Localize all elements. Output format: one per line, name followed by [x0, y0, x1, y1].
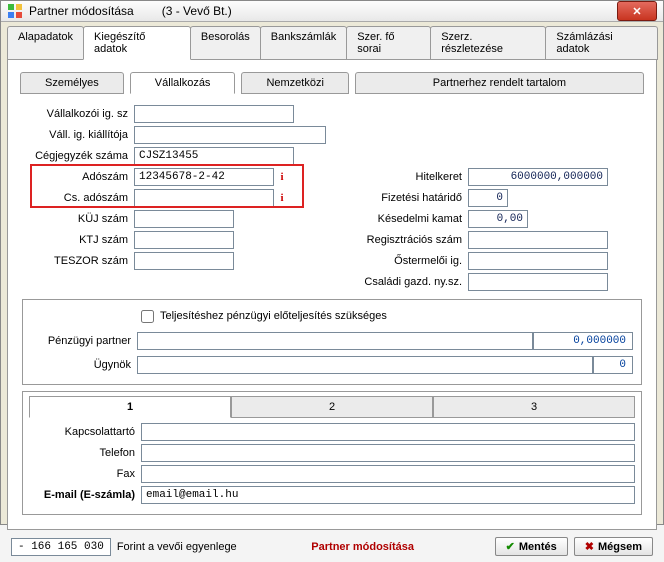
input-ostermelo[interactable]: [468, 252, 608, 270]
check-icon: ✔: [506, 540, 515, 553]
label-teljesiteshez: Teljesítéshez pénzügyi előteljesítés szü…: [160, 310, 387, 322]
label-fax: Fax: [29, 468, 141, 480]
label-kuj: KÜJ szám: [22, 213, 134, 225]
save-button[interactable]: ✔ Mentés: [495, 537, 568, 556]
input-adoszam[interactable]: [134, 168, 274, 186]
contact-tab-2[interactable]: 2: [231, 396, 433, 418]
tab-alapadatok[interactable]: Alapadatok: [7, 26, 84, 60]
label-cegjegyzek: Cégjegyzék száma: [22, 150, 134, 162]
input-regszam[interactable]: [468, 231, 608, 249]
input-penzugyipartner[interactable]: [137, 332, 533, 350]
cancel-label: Mégsem: [598, 541, 642, 553]
save-label: Mentés: [519, 541, 557, 553]
subtab-vallalkozas[interactable]: Vállalkozás: [130, 72, 236, 94]
input-ktj[interactable]: [134, 231, 234, 249]
tab-bankszamlak[interactable]: Bankszámlák: [260, 26, 347, 60]
label-email: E-mail (E-számla): [29, 489, 141, 501]
close-icon: ✕: [632, 5, 641, 18]
label-regszam: Regisztrációs szám: [338, 234, 468, 246]
status-text: Partner módosítása: [237, 541, 489, 553]
input-hitelkeret[interactable]: [468, 168, 608, 186]
input-cegjegyzek[interactable]: [134, 147, 294, 165]
tab-besorolas[interactable]: Besorolás: [190, 26, 261, 60]
balance-label: Forint a vevői egyenlege: [117, 541, 237, 553]
tab-kiegeszito[interactable]: Kiegészítő adatok: [83, 26, 191, 60]
x-icon: ✖: [585, 540, 594, 553]
info-icon[interactable]: i: [274, 190, 290, 206]
subtab-szemelyes[interactable]: Személyes: [20, 72, 124, 94]
tab-szamlazasi[interactable]: Számlázási adatok: [545, 26, 658, 60]
label-csaladi: Családi gazd. ny.sz.: [338, 276, 468, 288]
input-kesedelmi[interactable]: [468, 210, 528, 228]
value-ugynok: 0: [593, 356, 633, 374]
label-fizhatarido: Fizetési határidő: [338, 192, 468, 204]
input-csadoszam[interactable]: [134, 189, 274, 207]
label-kesedelmi: Késedelmi kamat: [338, 213, 468, 225]
input-vallig[interactable]: [134, 126, 326, 144]
input-teszor[interactable]: [134, 252, 234, 270]
window-title: Partner módosítása: [29, 4, 134, 18]
contact-tab-3[interactable]: 3: [433, 396, 635, 418]
label-hitelkeret: Hitelkeret: [338, 171, 468, 183]
balance-value: - 166 165 030: [11, 538, 111, 556]
label-adoszam: Adószám: [22, 171, 134, 183]
cancel-button[interactable]: ✖ Mégsem: [574, 537, 653, 556]
close-button[interactable]: ✕: [617, 1, 657, 21]
input-csaladi[interactable]: [468, 273, 608, 291]
label-vallalkozoi: Vállalkozói ig. sz: [22, 108, 134, 120]
input-kuj[interactable]: [134, 210, 234, 228]
tab-szerfosorai[interactable]: Szer. fő sorai: [346, 26, 431, 60]
label-ktj: KTJ szám: [22, 234, 134, 246]
label-telefon: Telefon: [29, 447, 141, 459]
label-kapcsolattarto: Kapcsolattartó: [29, 426, 141, 438]
tab-szerreszlet[interactable]: Szerz. részletezése: [430, 26, 546, 60]
input-telefon[interactable]: [141, 444, 635, 462]
label-ugynok: Ügynök: [31, 359, 137, 371]
subtab-nemzetkozi[interactable]: Nemzetközi: [241, 72, 348, 94]
label-penzugyipartner: Pénzügyi partner: [31, 335, 137, 347]
contact-tab-1[interactable]: 1: [29, 396, 231, 418]
input-email[interactable]: [141, 486, 635, 504]
label-csadoszam: Cs. adószám: [22, 192, 134, 204]
window-subtitle: (3 - Vevő Bt.): [162, 4, 232, 18]
checkbox-teljesiteshez[interactable]: [141, 310, 154, 323]
value-partner-rate: 0,000000: [533, 332, 633, 350]
label-ostermelo: Őstermelői ig.: [338, 255, 468, 267]
input-ugynok[interactable]: [137, 356, 593, 374]
input-fizhatarido[interactable]: [468, 189, 508, 207]
label-vallig: Váll. ig. kiállítója: [22, 129, 134, 141]
info-icon[interactable]: i: [274, 169, 290, 185]
label-teszor: TESZOR szám: [22, 255, 134, 267]
input-vallalkozoi[interactable]: [134, 105, 294, 123]
app-icon: [7, 3, 23, 19]
input-kapcsolattarto[interactable]: [141, 423, 635, 441]
input-fax[interactable]: [141, 465, 635, 483]
subtab-partnerhez[interactable]: Partnerhez rendelt tartalom: [355, 72, 644, 94]
